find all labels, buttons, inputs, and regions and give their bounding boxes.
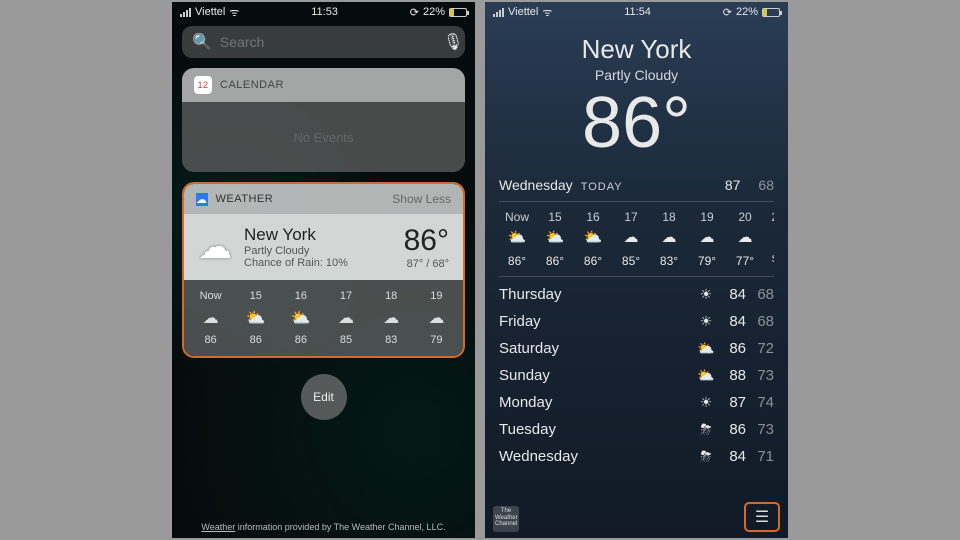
search-icon: 🔍 <box>192 32 212 52</box>
show-less-button[interactable]: Show Less <box>392 192 451 206</box>
hourly-cell: 19☁︎79° <box>689 210 725 268</box>
weather-widget[interactable]: ☁︎ WEATHER Show Less ☁︎ New York Partly … <box>182 182 465 358</box>
calendar-no-events: No Events <box>182 102 465 172</box>
hourly-forecast-scroller[interactable]: Now⛅86°15⛅86°16⛅86°17☁︎85°18☁︎83°19☁︎79°… <box>499 202 774 277</box>
hourly-cell: Now⛅86° <box>499 210 535 268</box>
signal-icon <box>180 8 191 17</box>
carrier-name: Viettel <box>195 6 225 18</box>
phone-widgets-screen: Viettel ᯤ 11:53 ⟳ 22% 🔍 🎙︎ 12 CALENDAR <box>172 2 475 538</box>
widget-hilo: 87° / 68° <box>404 258 449 270</box>
signal-icon <box>493 8 504 17</box>
hourly-cell: 16⛅86 <box>279 290 322 346</box>
microphone-icon[interactable]: 🎙︎ <box>443 32 455 52</box>
hourly-cell: 18☁︎83° <box>651 210 687 268</box>
status-bar: Viettel ᯤ 11:53 ⟳ 22% <box>172 2 475 22</box>
search-input[interactable] <box>220 34 435 50</box>
daily-row: Thursday☀︎8468 <box>499 281 774 308</box>
today-dayname: Wednesday <box>499 177 573 193</box>
widget-hourly-forecast[interactable]: Now☁︎8615⛅8616⛅8617☁︎8518☁︎8319☁︎79 <box>184 280 463 356</box>
today-summary-row: Wednesday TODAY 87 68 <box>499 177 774 202</box>
weather-channel-logo[interactable]: The Weather Channel <box>493 506 519 532</box>
weather-link[interactable]: Weather <box>201 522 235 532</box>
weather-app-icon: ☁︎ <box>196 193 208 206</box>
today-label: TODAY <box>581 181 623 193</box>
weather-current-temp: 86° <box>499 87 774 159</box>
wifi-icon: ᯤ <box>542 5 552 20</box>
spotlight-search[interactable]: 🔍 🎙︎ <box>182 26 465 58</box>
daily-row: Wednesday⛈8471 <box>499 443 774 470</box>
daily-row: Friday☀︎8468 <box>499 308 774 335</box>
hourly-cell: 16⛅86° <box>575 210 611 268</box>
locations-list-button[interactable]: ☰ <box>744 502 780 532</box>
widget-temp: 86° <box>404 224 449 258</box>
hourly-cell: 15⛅86° <box>537 210 573 268</box>
today-low: 68 <box>758 177 774 193</box>
status-bar: Viettel ᯤ 11:54 ⟳ 22% <box>485 2 788 22</box>
today-high: 87 <box>725 177 741 193</box>
hourly-cell: Now☁︎86 <box>189 290 232 346</box>
weather-attribution: Weather information provided by The Weat… <box>172 522 475 532</box>
widget-rain-chance: Chance of Rain: 10% <box>244 257 392 269</box>
hourly-cell: 17☁︎85° <box>613 210 649 268</box>
hourly-cell: 19☁︎79 <box>415 290 458 346</box>
rotation-lock-icon: ⟳ <box>410 6 419 19</box>
daily-row: Monday☀︎8774 <box>499 389 774 416</box>
battery-pct: 22% <box>423 6 445 18</box>
widget-condition: Partly Cloudy <box>244 245 392 257</box>
hourly-cell: 20:2🌅Suns <box>765 210 774 268</box>
wifi-icon: ᯤ <box>229 5 239 20</box>
weather-condition: Partly Cloudy <box>499 67 774 83</box>
calendar-widget-title: CALENDAR <box>220 79 284 91</box>
battery-icon <box>449 8 467 17</box>
current-weather-icon: ☁︎ <box>198 227 232 267</box>
hourly-cell: 20☁︎77° <box>727 210 763 268</box>
status-time: 11:54 <box>624 6 651 18</box>
daily-row: Saturday⛅8672 <box>499 335 774 362</box>
battery-icon <box>762 8 780 17</box>
hourly-cell: 15⛅86 <box>234 290 277 346</box>
status-time: 11:53 <box>311 6 338 18</box>
phone-weather-app: Viettel ᯤ 11:54 ⟳ 22% New York Partly Cl… <box>485 2 788 538</box>
daily-row: Sunday⛅8873 <box>499 362 774 389</box>
widget-city: New York <box>244 225 392 245</box>
calendar-widget[interactable]: 12 CALENDAR No Events <box>182 68 465 172</box>
hourly-cell: 18☁︎83 <box>370 290 413 346</box>
battery-pct: 22% <box>736 6 758 18</box>
daily-row: Tuesday⛈8673 <box>499 416 774 443</box>
hourly-cell: 17☁︎85 <box>324 290 367 346</box>
daily-forecast-list[interactable]: Thursday☀︎8468Friday☀︎8468Saturday⛅8672S… <box>499 281 774 470</box>
calendar-icon: 12 <box>194 76 212 94</box>
weather-widget-title: WEATHER <box>216 193 274 205</box>
weather-city: New York <box>499 34 774 65</box>
carrier-name: Viettel <box>508 6 538 18</box>
rotation-lock-icon: ⟳ <box>723 6 732 19</box>
edit-widgets-button[interactable]: Edit <box>301 374 347 420</box>
